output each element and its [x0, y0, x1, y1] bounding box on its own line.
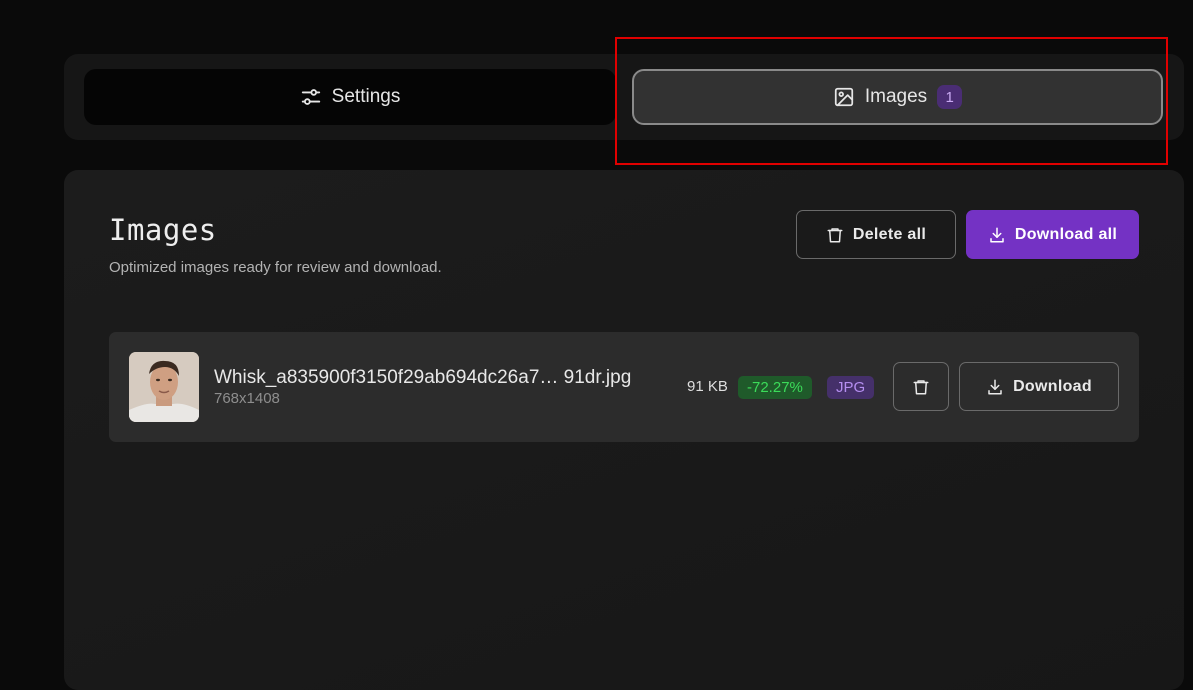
trash-icon	[912, 378, 930, 396]
delete-image-button[interactable]	[893, 362, 949, 411]
image-thumbnail	[129, 352, 199, 422]
tab-bar: Settings Images 1	[64, 54, 1184, 140]
delete-all-label: Delete all	[852, 225, 927, 243]
download-all-button[interactable]: Download all	[966, 210, 1139, 259]
list-item: Whisk_a835900f3150f29ab694dc26a7… 91dr.j…	[109, 332, 1139, 442]
tab-settings[interactable]: Settings	[84, 69, 616, 125]
images-panel: Images Optimized images ready for review…	[64, 170, 1184, 690]
page-subtitle: Optimized images ready for review and do…	[109, 259, 442, 276]
download-icon	[988, 226, 1006, 244]
tab-settings-label: Settings	[331, 86, 401, 107]
file-name: Whisk_a835900f3150f29ab694dc26a7… 91dr.j…	[214, 367, 632, 388]
file-dimensions: 768x1408	[214, 390, 280, 407]
image-icon	[833, 86, 855, 108]
download-image-button[interactable]: Download	[959, 362, 1119, 411]
download-icon	[986, 378, 1004, 396]
download-label: Download	[1013, 377, 1092, 395]
file-size: 91 KB	[687, 378, 728, 395]
savings-badge: -72.27%	[738, 376, 812, 399]
download-all-label: Download all	[1014, 225, 1118, 243]
page-title: Images	[109, 213, 217, 247]
delete-all-button[interactable]: Delete all	[796, 210, 956, 259]
images-count-badge: 1	[937, 85, 963, 109]
format-badge: JPG	[827, 376, 875, 399]
sliders-icon	[300, 86, 322, 108]
trash-icon	[826, 226, 844, 244]
tab-images-label: Images	[864, 86, 928, 107]
tab-images[interactable]: Images 1	[632, 69, 1163, 125]
